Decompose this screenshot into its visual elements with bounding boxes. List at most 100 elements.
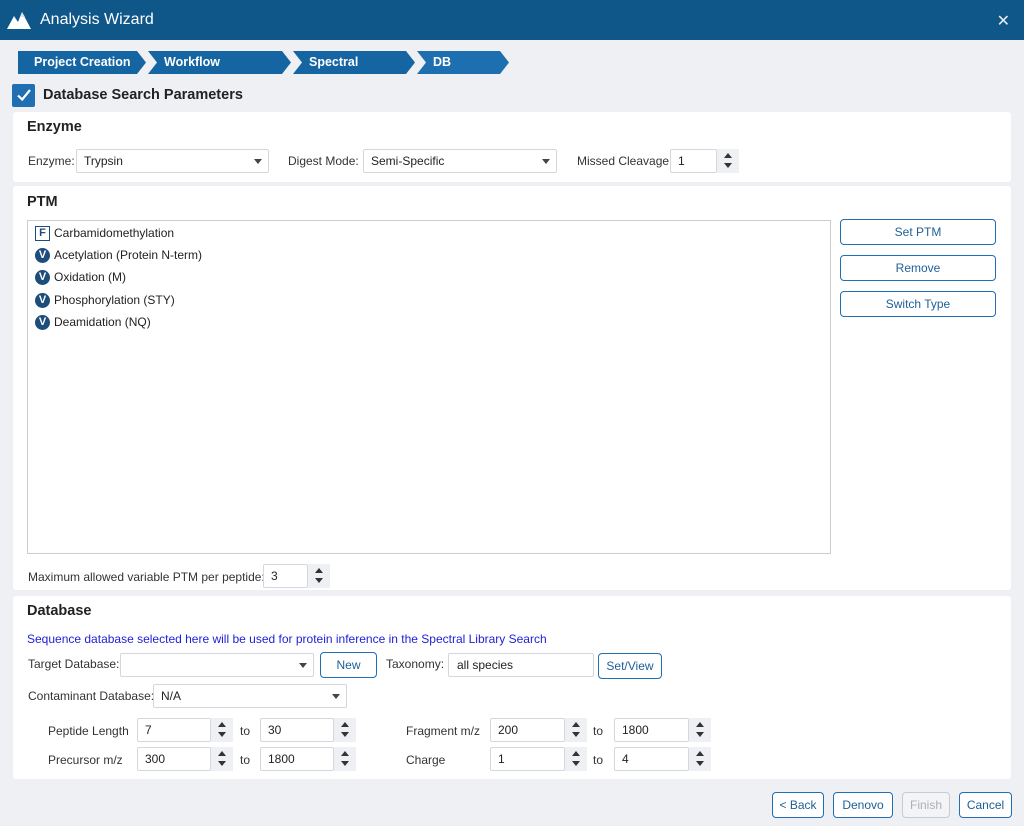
section-title: Database Search Parameters	[43, 87, 243, 103]
arrow-up-icon[interactable]	[696, 722, 704, 727]
contaminant-database-value: N/A	[161, 689, 182, 703]
breadcrumb: Project Creation Workflow Selection Spec…	[18, 51, 511, 74]
list-item[interactable]: F Carbamidomethylation	[35, 224, 174, 242]
ptm-panel: PTM F Carbamidomethylation V Acetylation…	[13, 186, 1011, 590]
charge-max-stepper[interactable]	[689, 747, 711, 771]
ptm-name: Deamidation (NQ)	[54, 315, 151, 329]
charge-min-input[interactable]: 1	[490, 747, 565, 771]
app-logo-icon	[6, 7, 32, 33]
arrow-up-icon[interactable]	[696, 751, 704, 756]
list-item[interactable]: V Deamidation (NQ)	[35, 313, 151, 331]
arrow-down-icon[interactable]	[218, 732, 226, 737]
enzyme-select[interactable]: Trypsin	[76, 149, 269, 173]
breadcrumb-project-creation[interactable]: Project Creation	[18, 51, 146, 74]
arrow-down-icon[interactable]	[572, 732, 580, 737]
max-variable-ptm-label: Maximum allowed variable PTM per peptide…	[28, 570, 265, 584]
fixed-modification-icon: F	[35, 225, 50, 241]
chevron-down-icon	[542, 159, 550, 164]
target-database-select[interactable]	[120, 653, 314, 677]
charge-min-stepper[interactable]	[565, 747, 587, 771]
arrow-down-icon[interactable]	[315, 578, 323, 583]
peptide-length-label: Peptide Length	[48, 724, 129, 738]
precursor-mz-max-stepper[interactable]	[334, 747, 356, 771]
new-database-button[interactable]: New	[320, 652, 377, 678]
ptm-name: Carbamidomethylation	[54, 226, 175, 240]
fragment-mz-max-stepper[interactable]	[689, 718, 711, 742]
breadcrumb-db-search[interactable]: DB Search	[417, 51, 509, 74]
set-view-button[interactable]: Set/View	[598, 653, 662, 679]
digest-mode-value: Semi-Specific	[371, 154, 445, 168]
breadcrumb-workflow-selection[interactable]: Workflow Selection	[148, 51, 291, 74]
arrow-up-icon[interactable]	[341, 751, 349, 756]
database-title: Database	[27, 603, 92, 619]
missed-cleavage-stepper[interactable]	[717, 149, 739, 173]
denovo-button[interactable]: Denovo	[833, 792, 893, 818]
fragment-mz-min-input[interactable]: 200	[490, 718, 565, 742]
arrow-down-icon[interactable]	[724, 163, 732, 168]
taxonomy-label: Taxonomy:	[386, 657, 445, 671]
title-bar: Analysis Wizard ✕	[0, 0, 1024, 40]
enzyme-panel: Enzyme Enzyme: Trypsin Digest Mode: Semi…	[13, 112, 1011, 182]
window-title: Analysis Wizard	[40, 11, 154, 28]
arrow-up-icon[interactable]	[341, 722, 349, 727]
ptm-name: Acetylation (Protein N-term)	[54, 248, 203, 262]
list-item[interactable]: V Phosphorylation (STY)	[35, 291, 175, 309]
contaminant-database-label: Contaminant Database:	[28, 689, 155, 703]
max-variable-ptm-input[interactable]: 3	[263, 564, 308, 588]
remove-button[interactable]: Remove	[840, 255, 996, 281]
peptide-length-min-input[interactable]: 7	[137, 718, 211, 742]
charge-max-input[interactable]: 4	[614, 747, 689, 771]
arrow-down-icon[interactable]	[218, 761, 226, 766]
checkmark-icon	[16, 89, 31, 102]
chevron-down-icon	[332, 694, 340, 699]
fragment-mz-min-stepper[interactable]	[565, 718, 587, 742]
target-database-label: Target Database:	[28, 657, 120, 671]
arrow-up-icon[interactable]	[572, 751, 580, 756]
arrow-up-icon[interactable]	[572, 722, 580, 727]
list-item[interactable]: V Oxidation (M)	[35, 268, 126, 286]
precursor-mz-label: Precursor m/z	[48, 753, 123, 767]
set-ptm-button[interactable]: Set PTM	[840, 219, 996, 245]
precursor-mz-min-input[interactable]: 300	[137, 747, 211, 771]
close-icon[interactable]: ✕	[997, 11, 1010, 31]
arrow-down-icon[interactable]	[696, 732, 704, 737]
max-variable-ptm-stepper[interactable]	[308, 564, 330, 588]
section-header: Database Search Parameters	[12, 83, 243, 107]
peptide-length-max-stepper[interactable]	[334, 718, 356, 742]
precursor-mz-min-stepper[interactable]	[211, 747, 233, 771]
finish-button[interactable]: Finish	[902, 792, 950, 818]
variable-modification-icon: V	[35, 292, 50, 308]
cancel-button[interactable]: Cancel	[959, 792, 1012, 818]
peptide-length-min-stepper[interactable]	[211, 718, 233, 742]
list-item[interactable]: V Acetylation (Protein N-term)	[35, 246, 202, 264]
db-search-checkbox[interactable]	[12, 83, 35, 107]
ptm-name: Oxidation (M)	[54, 270, 127, 284]
precursor-mz-max-input[interactable]: 1800	[260, 747, 334, 771]
arrow-down-icon[interactable]	[696, 761, 704, 766]
missed-cleavage-input[interactable]: 1	[670, 149, 717, 173]
back-button[interactable]: < Back	[772, 792, 824, 818]
fragment-mz-max-input[interactable]: 1800	[614, 718, 689, 742]
breadcrumb-spectral-library[interactable]: Spectral Library	[293, 51, 415, 74]
variable-modification-icon: V	[35, 314, 50, 330]
taxonomy-field[interactable]: all species	[448, 653, 594, 677]
arrow-down-icon[interactable]	[572, 761, 580, 766]
database-info-text: Sequence database selected here will be …	[27, 632, 547, 646]
arrow-up-icon[interactable]	[218, 722, 226, 727]
digest-mode-label: Digest Mode:	[288, 154, 359, 168]
contaminant-database-select[interactable]: N/A	[153, 684, 347, 708]
arrow-down-icon[interactable]	[341, 732, 349, 737]
arrow-down-icon[interactable]	[341, 761, 349, 766]
enzyme-label: Enzyme:	[28, 154, 75, 168]
switch-type-button[interactable]: Switch Type	[840, 291, 996, 317]
digest-mode-select[interactable]: Semi-Specific	[363, 149, 557, 173]
database-panel: Database Sequence database selected here…	[13, 596, 1011, 779]
to-label: to	[593, 753, 604, 767]
arrow-up-icon[interactable]	[724, 153, 732, 158]
ptm-list[interactable]: F Carbamidomethylation V Acetylation (Pr…	[27, 220, 831, 554]
to-label: to	[240, 753, 251, 767]
arrow-up-icon[interactable]	[218, 751, 226, 756]
peptide-length-max-input[interactable]: 30	[260, 718, 334, 742]
chevron-down-icon	[299, 663, 307, 668]
arrow-up-icon[interactable]	[315, 568, 323, 573]
